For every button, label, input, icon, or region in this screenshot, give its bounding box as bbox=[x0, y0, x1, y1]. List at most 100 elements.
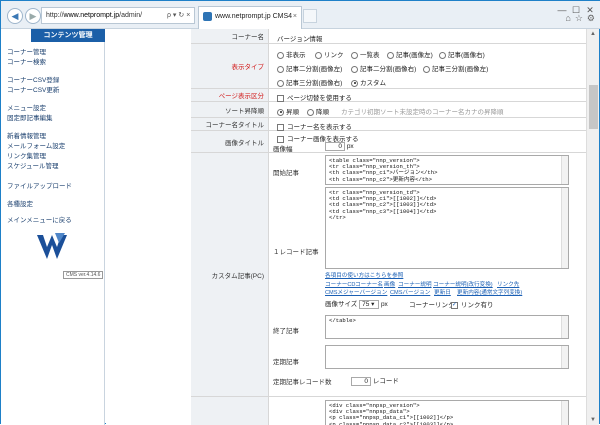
fixed-count-input[interactable]: 0 bbox=[351, 376, 371, 386]
tag-update-content[interactable]: 更新内容(通常文字列変換) bbox=[457, 288, 522, 296]
sidebar-link-settings[interactable]: 各種設定 bbox=[7, 198, 33, 208]
option-article-right[interactable]: 記事(画像右) bbox=[439, 49, 485, 59]
sidebar-link-mailform[interactable]: メールフォーム設定 bbox=[7, 140, 65, 150]
end-article-textarea[interactable]: </table> bbox=[325, 315, 569, 339]
label-sort-order: ソート昇降順 bbox=[191, 102, 269, 117]
row-corner-name: コーナー名 バージョン情報 bbox=[191, 29, 586, 44]
radio-icon[interactable] bbox=[315, 51, 322, 59]
textarea-scrollbar[interactable] bbox=[561, 316, 568, 338]
record-article-label: １レコード記事 bbox=[273, 249, 319, 256]
help-link[interactable]: 各項目の使い方はこちらを参照 bbox=[325, 271, 403, 279]
sidebar-link-schedule[interactable]: スケジュール管理 bbox=[7, 160, 59, 170]
sidebar-link-menu-settings[interactable]: メニュー設定 bbox=[7, 102, 46, 112]
label-custom-article-sp bbox=[191, 397, 269, 425]
option-label: 記事(画像右) bbox=[448, 52, 485, 59]
checkbox-checked-icon[interactable] bbox=[451, 301, 458, 309]
option-label: 記事三分割(画像右) bbox=[286, 80, 343, 87]
sidebar-link-news[interactable]: 新着情報管理 bbox=[7, 130, 46, 140]
browser-tools: ⌂ ☆ ⚙ bbox=[561, 13, 595, 24]
option-2col-left[interactable]: 記事二分割(画像左) bbox=[277, 63, 342, 73]
record-article-textarea[interactable]: <tr class="nnp_version_td"> <td class="n… bbox=[325, 187, 569, 269]
sidebar-link-corner-manage[interactable]: コーナー管理 bbox=[7, 46, 46, 56]
sidebar-link-csv-register[interactable]: コーナーCSV登録 bbox=[7, 74, 59, 84]
sp-article-textarea[interactable]: <div class="nnpsp_version"> <div class="… bbox=[325, 400, 569, 425]
option-article-left[interactable]: 記事(画像左) bbox=[387, 49, 433, 59]
tag-corner-desc-br[interactable]: コーナー説明(改行変換) bbox=[433, 280, 493, 288]
textarea-scrollbar[interactable] bbox=[561, 346, 568, 368]
radio-icon[interactable] bbox=[387, 51, 394, 59]
browser-toolbar: ◀ ▶ http://www.netprompt.jp/admin/ ρ ▾ ↻… bbox=[1, 1, 600, 29]
image-width-label: 画像幅 bbox=[273, 146, 293, 153]
sidebar-header: コンテンツ管理 bbox=[31, 29, 105, 42]
radio-icon[interactable] bbox=[277, 51, 284, 59]
sidebar-link-file-upload[interactable]: ファイルアップロード bbox=[7, 180, 72, 190]
option-desc[interactable]: 降順 bbox=[307, 106, 329, 116]
image-size-group: 画像サイズ 75 ▾ px bbox=[325, 298, 388, 309]
tag-link-target[interactable]: リンク先 bbox=[497, 280, 519, 288]
fixed-article-textarea[interactable] bbox=[325, 345, 569, 369]
page-switch-checkbox[interactable]: ページ切替を使用する bbox=[277, 92, 352, 102]
option-link[interactable]: リンク bbox=[315, 49, 344, 59]
tag-corner-name[interactable]: コーナー名 bbox=[355, 280, 383, 288]
version-badge: CMS ver.4.14.6 bbox=[63, 271, 104, 279]
show-corner-name-checkbox[interactable]: コーナー名を表示する bbox=[277, 121, 352, 131]
sidebar-link-fixed-article[interactable]: 固定即記事編集 bbox=[7, 112, 53, 122]
radio-icon[interactable] bbox=[439, 51, 446, 59]
option-2col-right[interactable]: 記事二分割(画像右) bbox=[351, 63, 416, 73]
browser-window: ◀ ▶ http://www.netprompt.jp/admin/ ρ ▾ ↻… bbox=[0, 0, 600, 425]
option-hidden[interactable]: 非表示 bbox=[277, 49, 306, 59]
radio-icon[interactable] bbox=[277, 65, 284, 73]
tag-cms-version[interactable]: CMSバージョン bbox=[390, 288, 430, 296]
tag-cms-major-version[interactable]: CMSメジャーバージョン bbox=[325, 288, 387, 296]
address-actions[interactable]: ρ ▾ ↻ × bbox=[167, 7, 190, 24]
forward-icon[interactable]: ▶ bbox=[25, 8, 41, 24]
textarea-scrollbar[interactable] bbox=[561, 401, 568, 425]
checkbox-icon[interactable] bbox=[277, 94, 284, 102]
back-icon[interactable]: ◀ bbox=[7, 8, 23, 24]
tag-corner-desc[interactable]: コーナー説明 bbox=[398, 280, 432, 288]
radio-selected-icon[interactable] bbox=[351, 79, 358, 87]
favorites-icon[interactable]: ☆ bbox=[575, 13, 583, 23]
row-custom-article-sp: <div class="nnpsp_version"> <div class="… bbox=[191, 397, 586, 425]
link-enabled-checkbox[interactable]: リンク有り bbox=[451, 299, 494, 309]
sidebar-link-main-menu[interactable]: メインメニューに戻る bbox=[7, 214, 72, 224]
sidebar-link-csv-update[interactable]: コーナーCSV更新 bbox=[7, 84, 59, 94]
image-width-input[interactable]: 0 bbox=[325, 142, 345, 151]
option-list[interactable]: 一覧表 bbox=[351, 49, 380, 59]
sidebar-link-corner-search[interactable]: コーナー検索 bbox=[7, 56, 46, 66]
tag-image[interactable]: 画像 bbox=[384, 280, 395, 288]
textarea-scrollbar[interactable] bbox=[561, 188, 568, 268]
option-label: 一覧表 bbox=[360, 52, 380, 59]
browser-tab[interactable]: www.netprompt.jp CMS4 × bbox=[198, 6, 302, 29]
radio-selected-icon[interactable] bbox=[277, 108, 284, 116]
scrollbar-thumb[interactable] bbox=[589, 85, 598, 129]
checkbox-icon[interactable] bbox=[277, 135, 284, 143]
home-icon[interactable]: ⌂ bbox=[565, 13, 570, 23]
radio-icon[interactable] bbox=[307, 108, 314, 116]
fixed-article-label: 定期記事 bbox=[273, 359, 299, 366]
page-switch-label: ページ切替を使用する bbox=[287, 95, 352, 102]
textarea-scrollbar[interactable] bbox=[561, 156, 568, 184]
radio-icon[interactable] bbox=[423, 65, 430, 73]
image-size-select[interactable]: 75 ▾ bbox=[359, 299, 380, 309]
sidebar-link-links[interactable]: リンク集管理 bbox=[7, 150, 46, 160]
row-custom-article-pc: カスタム記事(PC) 開始記事 <table class="nnp_versio… bbox=[191, 153, 586, 397]
scroll-up-icon[interactable]: ▲ bbox=[590, 31, 596, 37]
tab-close-icon[interactable]: × bbox=[293, 7, 297, 27]
tag-corner-cd[interactable]: コーナーCD bbox=[325, 280, 355, 288]
radio-icon[interactable] bbox=[277, 79, 284, 87]
radio-icon[interactable] bbox=[351, 65, 358, 73]
admin-sidebar: コンテンツ管理 コーナー管理 コーナー検索 コーナーCSV登録 コーナーCSV更… bbox=[1, 29, 105, 425]
settings-icon[interactable]: ⚙ bbox=[587, 13, 595, 23]
scroll-down-icon[interactable]: ▼ bbox=[590, 417, 596, 423]
start-article-textarea[interactable]: <table class="nnp_version"> <tr class="n… bbox=[325, 155, 569, 185]
page-scrollbar[interactable]: ▲ ▼ bbox=[586, 29, 599, 425]
option-custom[interactable]: カスタム bbox=[351, 77, 386, 87]
option-3col-left[interactable]: 記事三分割(画像左) bbox=[423, 63, 488, 73]
new-tab-button[interactable] bbox=[303, 9, 317, 23]
radio-icon[interactable] bbox=[351, 51, 358, 59]
option-asc[interactable]: 昇順 bbox=[277, 106, 299, 116]
option-3col-right[interactable]: 記事三分割(画像右) bbox=[277, 77, 342, 87]
checkbox-icon[interactable] bbox=[277, 123, 284, 131]
tag-update-date[interactable]: 更新日 bbox=[434, 288, 451, 296]
